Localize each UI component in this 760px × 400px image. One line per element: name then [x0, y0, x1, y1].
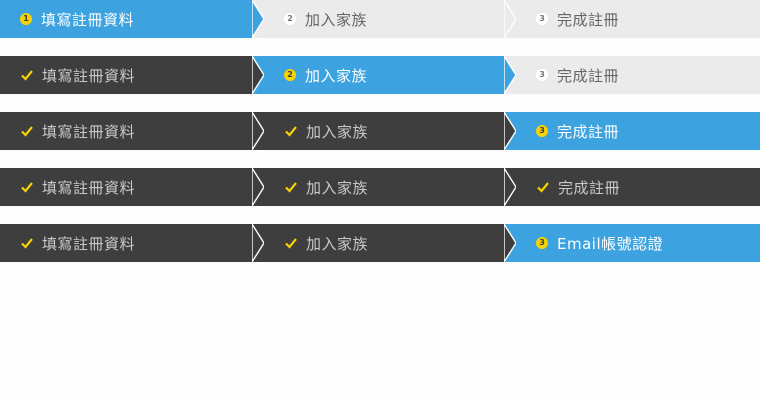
chevron-separator-icon [504, 168, 516, 206]
step-complete-registration[interactable]: 完成註冊 [504, 168, 760, 206]
registration-stepper: 填寫註冊資料 加入家族 3 Email帳號認證 [0, 224, 760, 262]
checkmark-icon [21, 70, 33, 81]
step-label: 填寫註冊資料 [42, 178, 136, 197]
step-label: 填寫註冊資料 [42, 66, 136, 85]
step-label: 加入家族 [306, 234, 369, 253]
step-label: 完成註冊 [557, 122, 620, 141]
step-join-family[interactable]: 加入家族 [252, 112, 516, 150]
step-number-badge: 3 [536, 237, 548, 249]
chevron-separator-icon [252, 112, 264, 150]
checkmark-icon [285, 126, 297, 137]
step-fill-profile[interactable]: 填寫註冊資料 [0, 168, 264, 206]
step-label: 加入家族 [305, 66, 368, 85]
chevron-separator-icon [504, 112, 516, 150]
step-join-family[interactable]: 加入家族 [252, 168, 516, 206]
step-join-family[interactable]: 加入家族 [252, 224, 516, 262]
chevron-separator-icon [252, 56, 264, 94]
step-label: 填寫註冊資料 [42, 122, 136, 141]
step-complete-registration[interactable]: 3 完成註冊 [504, 56, 760, 94]
chevron-separator-icon [504, 224, 516, 262]
step-label: Email帳號認證 [557, 234, 664, 253]
step-label: 加入家族 [306, 178, 369, 197]
step-label: 完成註冊 [558, 178, 621, 197]
step-label: 加入家族 [305, 10, 368, 29]
step-number-badge: 3 [536, 13, 548, 25]
step-fill-profile[interactable]: 填寫註冊資料 [0, 224, 264, 262]
step-complete-registration[interactable]: 3 完成註冊 [504, 0, 760, 38]
chevron-separator-icon [504, 56, 516, 94]
step-number-badge: 2 [284, 13, 296, 25]
chevron-separator-icon [252, 0, 264, 38]
checkmark-icon [21, 182, 33, 193]
step-complete-registration[interactable]: 3 完成註冊 [504, 112, 760, 150]
chevron-separator-icon [252, 168, 264, 206]
step-number-badge: 3 [536, 125, 548, 137]
step-label: 填寫註冊資料 [42, 234, 136, 253]
step-label: 加入家族 [306, 122, 369, 141]
registration-stepper: 填寫註冊資料 加入家族 完成註冊 [0, 168, 760, 206]
checkmark-icon [537, 182, 549, 193]
registration-stepper: 1 填寫註冊資料 2 加入家族 3 完成註冊 [0, 0, 760, 38]
step-number-badge: 2 [284, 69, 296, 81]
registration-stepper: 填寫註冊資料 2 加入家族 3 完成註冊 [0, 56, 760, 94]
step-fill-profile[interactable]: 1 填寫註冊資料 [0, 0, 264, 38]
stepper-list: 1 填寫註冊資料 2 加入家族 3 完成註冊 填寫註冊資料 2 加入家族 3 完… [0, 0, 760, 262]
checkmark-icon [21, 238, 33, 249]
step-label: 填寫註冊資料 [41, 10, 135, 29]
step-label: 完成註冊 [557, 10, 620, 29]
checkmark-icon [285, 238, 297, 249]
step-fill-profile[interactable]: 填寫註冊資料 [0, 112, 264, 150]
step-email-verification[interactable]: 3 Email帳號認證 [504, 224, 760, 262]
step-fill-profile[interactable]: 填寫註冊資料 [0, 56, 264, 94]
checkmark-icon [285, 182, 297, 193]
step-label: 完成註冊 [557, 66, 620, 85]
step-number-badge: 1 [20, 13, 32, 25]
step-join-family[interactable]: 2 加入家族 [252, 0, 516, 38]
registration-stepper: 填寫註冊資料 加入家族 3 完成註冊 [0, 112, 760, 150]
chevron-separator-icon [504, 0, 516, 38]
checkmark-icon [21, 126, 33, 137]
step-join-family[interactable]: 2 加入家族 [252, 56, 516, 94]
step-number-badge: 3 [536, 69, 548, 81]
chevron-separator-icon [252, 224, 264, 262]
